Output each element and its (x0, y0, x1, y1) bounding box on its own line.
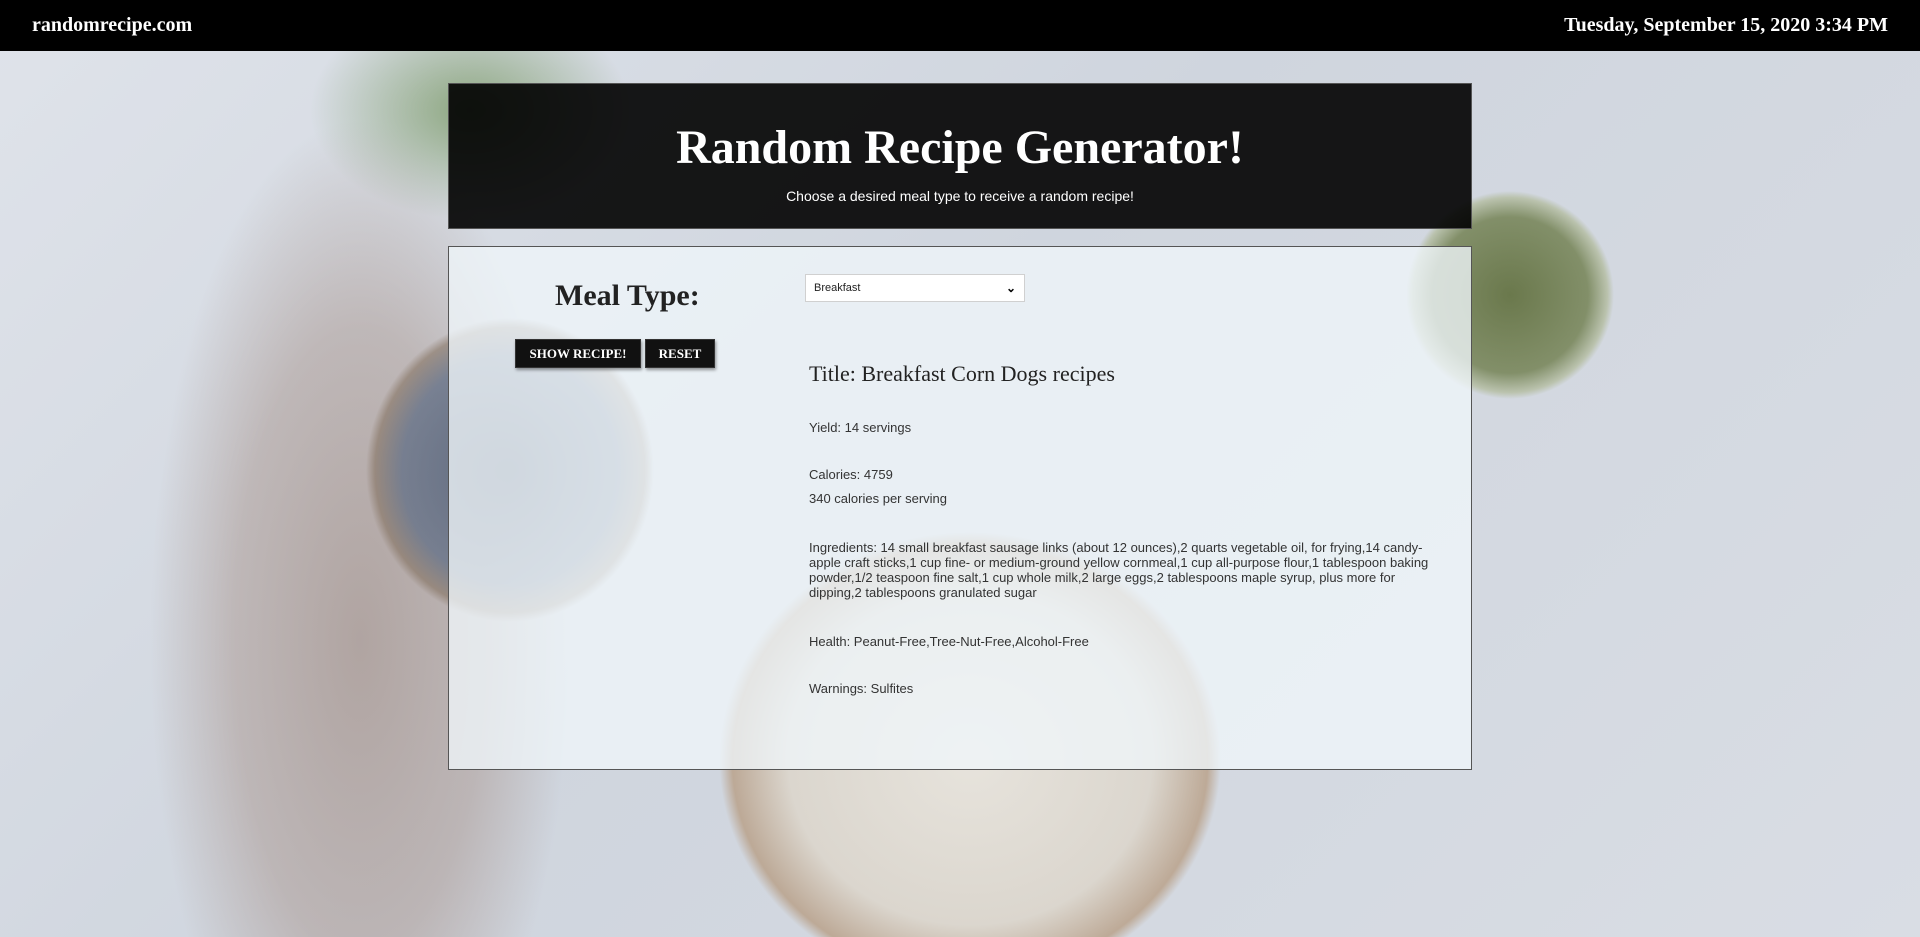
page-header: Random Recipe Generator! Choose a desire… (448, 83, 1472, 229)
recipe-calories-per-serving: 340 calories per serving (809, 491, 948, 506)
recipe-warnings: Warnings: Sulfites (809, 681, 914, 696)
page-title: Random Recipe Generator! (676, 121, 1244, 174)
meal-type-label: Meal Type: (555, 279, 700, 312)
recipe-title: Title: Breakfast Corn Dogs recipes (809, 361, 1115, 386)
page-subtitle: Choose a desired meal type to receive a … (786, 188, 1134, 204)
meal-type-select[interactable]: Breakfast ⌄ (805, 274, 1025, 302)
top-bar: randomrecipe.com Tuesday, September 15, … (0, 0, 1920, 51)
recipe-panel: Meal Type: Breakfast ⌄ SHOW RECIPE! RESE… (448, 246, 1472, 770)
reset-button[interactable]: RESET (645, 339, 715, 368)
site-name[interactable]: randomrecipe.com (32, 14, 192, 37)
current-datetime: Tuesday, September 15, 2020 3:34 PM (1564, 14, 1888, 36)
meal-type-selected: Breakfast (814, 282, 861, 294)
chevron-down-icon: ⌄ (1005, 281, 1016, 295)
recipe-health: Health: Peanut-Free,Tree-Nut-Free,Alcoho… (809, 634, 1089, 649)
show-recipe-button[interactable]: SHOW RECIPE! (515, 339, 641, 368)
recipe-yield: Yield: 14 servings (809, 420, 912, 435)
recipe-ingredients: Ingredients: 14 small breakfast sausage … (809, 540, 1429, 600)
recipe-calories: Calories: 4759 (809, 467, 893, 482)
